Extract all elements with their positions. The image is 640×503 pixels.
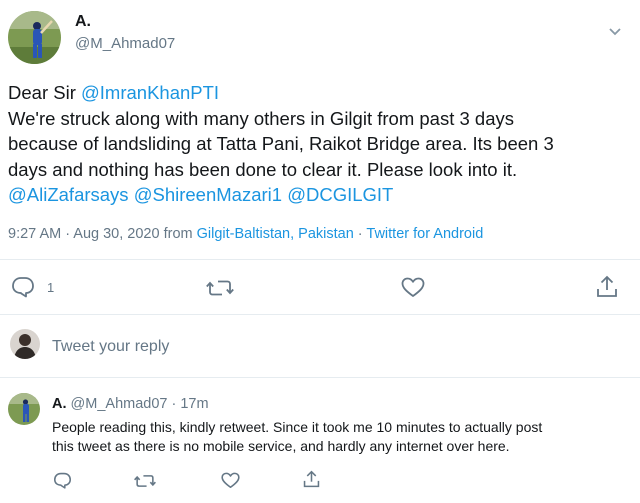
reply-author-handle[interactable]: @M_Ahmad07 <box>71 396 168 412</box>
reply-author-name[interactable]: A. <box>52 396 67 412</box>
tweet-text: Dear Sir @ImranKhanPTI We're struck along… <box>8 80 633 208</box>
tweet-timestamp[interactable]: 9:27 AM · Aug 30, 2020 from <box>8 226 197 242</box>
heart-icon <box>401 277 425 297</box>
reply-text: People reading this, kindly retweet. Sin… <box>52 418 632 455</box>
like-action[interactable] <box>401 277 425 298</box>
tweet-text-line: We're struck along with many others in G… <box>8 106 633 132</box>
user-avatar <box>10 329 40 359</box>
tweet-text-segment: because of landsliding at Tatta Pani, Ra… <box>8 133 554 154</box>
heart-icon <box>221 472 240 489</box>
mention-link[interactable]: @AliZafarsays <box>8 184 129 205</box>
tweet-source-link[interactable]: Twitter for Android <box>366 226 483 242</box>
reply-like-action[interactable] <box>221 472 240 489</box>
reply-reply-action[interactable] <box>53 472 72 489</box>
reply-icon <box>54 472 71 489</box>
cricket-player-avatar-icon <box>8 393 40 425</box>
mention-link[interactable]: @DCGILGIT <box>287 184 393 205</box>
reply-text-line: this tweet as there is no mobile service… <box>52 437 510 454</box>
divider <box>0 314 640 315</box>
mention-link[interactable]: @ShireenMazari1 <box>134 184 282 205</box>
cricket-player-avatar-icon <box>8 11 61 64</box>
retweet-action[interactable] <box>206 278 234 298</box>
reply-count: 1 <box>47 279 55 295</box>
tweet-text-line: @AliZafarsays @ShireenMazari1 @DCGILGIT <box>8 182 633 208</box>
divider <box>0 377 640 378</box>
share-action[interactable] <box>596 275 618 298</box>
tweet-text-line: Dear Sir @ImranKhanPTI <box>8 80 633 106</box>
tweet-location-link[interactable]: Gilgit-Baltistan, Pakistan <box>197 226 354 242</box>
tweet-text-segment: We're struck along with many others in G… <box>8 107 514 129</box>
reply-author-avatar[interactable] <box>8 393 40 425</box>
meta-separator: · <box>353 226 367 242</box>
author-handle[interactable]: @M_Ahmad07 <box>75 35 175 52</box>
reply-dot: · <box>167 396 181 412</box>
reply-retweet-action[interactable] <box>134 473 156 489</box>
author-avatar[interactable] <box>8 11 61 64</box>
retweet-icon <box>206 280 234 296</box>
reply-input[interactable]: Tweet your reply <box>52 338 169 356</box>
tweet-text-line: because of landsliding at Tatta Pani, Ra… <box>8 131 633 157</box>
reply-text-line: People reading this, kindly retweet. Sin… <box>52 419 543 435</box>
retweet-icon <box>134 475 156 487</box>
share-icon <box>303 470 320 488</box>
reply-age[interactable]: 17m <box>180 396 208 412</box>
mention-link[interactable]: @ImranKhanPTI <box>81 82 219 103</box>
user-avatar-icon <box>10 329 40 359</box>
tweet-meta: 9:27 AM · Aug 30, 2020 from Gilgit-Balti… <box>8 226 483 242</box>
tweet-text-segment: days and nothing has been done to clear … <box>8 158 518 180</box>
author-display-name[interactable]: A. <box>75 13 91 31</box>
chevron-down-icon[interactable] <box>607 25 623 37</box>
reply-action[interactable]: 1 <box>11 276 54 298</box>
divider <box>0 259 640 260</box>
reply-icon <box>12 277 34 298</box>
tweet-text-line: days and nothing has been done to clear … <box>8 157 633 183</box>
reply-header: A. @M_Ahmad07 · 17m <box>52 396 209 412</box>
share-icon <box>597 275 617 297</box>
reply-share-action[interactable] <box>303 470 320 488</box>
tweet-text-segment: Dear Sir <box>8 82 81 103</box>
